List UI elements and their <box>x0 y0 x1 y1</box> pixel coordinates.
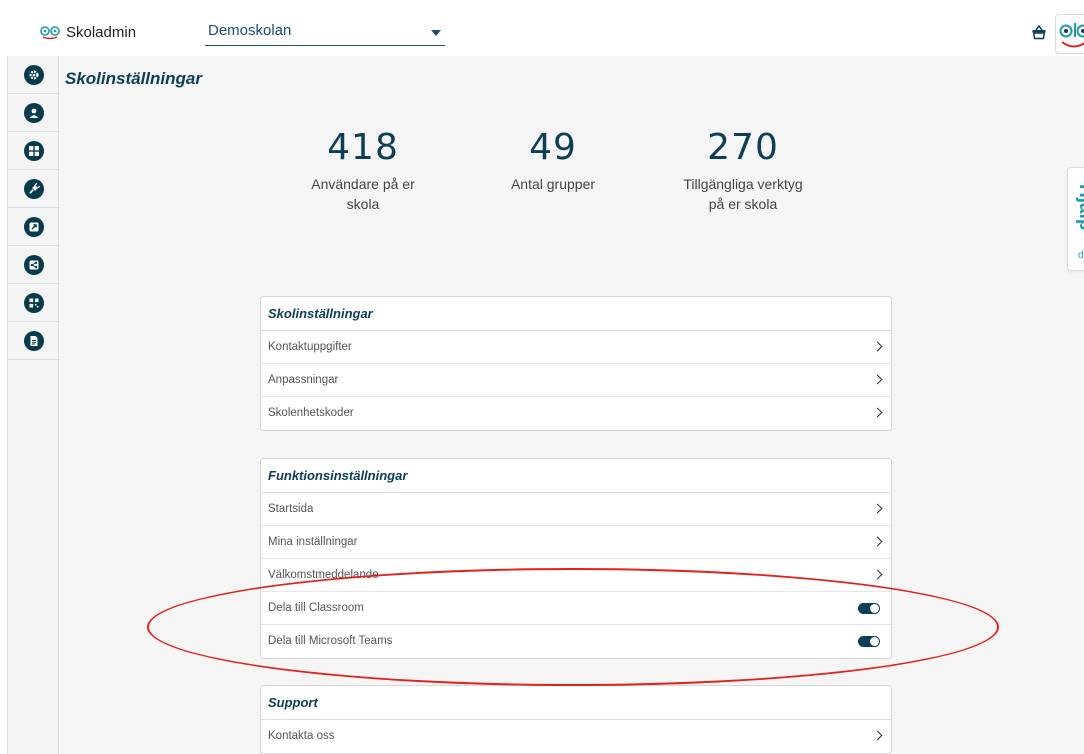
chevron-down-icon <box>431 30 441 36</box>
stat-value: 418 <box>327 127 399 168</box>
settings-row-welcome-message[interactable]: Välkomstmeddelande <box>261 559 891 592</box>
gear-icon <box>24 64 44 85</box>
settings-row-customizations[interactable]: Anpassningar <box>261 364 891 397</box>
chevron-right-icon <box>872 569 883 580</box>
mascot-button[interactable] <box>1055 14 1084 54</box>
settings-row-contact-us[interactable]: Kontakta oss <box>261 720 891 753</box>
stat-label-line: skola <box>346 196 380 212</box>
stat-label-line: Antal grupper <box>510 176 596 192</box>
card-title: Skolinställningar <box>261 297 891 331</box>
qr-code-icon <box>24 292 44 313</box>
sidebar-item-settings[interactable] <box>8 56 60 94</box>
stat-users: 418 Användare på er skola <box>268 126 458 214</box>
row-label: Dela till Classroom <box>268 602 364 614</box>
sidebar-item-links[interactable] <box>8 208 60 246</box>
settings-row-startpage[interactable]: Startsida <box>261 493 891 526</box>
chevron-right-icon <box>872 503 883 514</box>
sidebar <box>7 56 60 754</box>
help-tab-sublabel: dö <box>1078 250 1084 261</box>
support-card: Support Kontakta oss <box>260 685 892 754</box>
user-icon <box>24 102 44 123</box>
basket-icon[interactable] <box>1031 24 1047 40</box>
school-settings-card: Skolinställningar Kontaktuppgifter Anpas… <box>260 296 892 431</box>
row-label: Anpassningar <box>268 374 339 386</box>
top-bar: Skoladmin Demoskolan <box>0 0 1084 56</box>
external-link-icon <box>24 216 44 237</box>
stat-value: 49 <box>529 127 577 168</box>
app-title: Skoladmin <box>66 23 137 41</box>
school-select-value: Demoskolan <box>208 22 292 39</box>
settings-row-share-teams: Dela till Microsoft Teams <box>261 625 891 658</box>
page-title: Skolinställningar <box>65 69 202 88</box>
stat-label-line: Tillgängliga verktyg <box>683 176 803 192</box>
stat-label: Användare på er skola <box>268 174 458 214</box>
sidebar-item-integrations[interactable] <box>8 170 60 208</box>
row-label: Kontaktuppgifter <box>268 341 352 353</box>
school-select[interactable]: Demoskolan <box>205 20 445 46</box>
stat-value: 270 <box>707 127 779 168</box>
row-label: Dela till Microsoft Teams <box>268 635 393 647</box>
document-icon <box>24 330 44 351</box>
stat-label: Antal grupper <box>458 174 648 194</box>
chevron-right-icon <box>872 730 883 741</box>
chevron-right-icon <box>872 536 883 547</box>
help-tab[interactable]: Hjälp dö <box>1067 167 1084 271</box>
chevron-right-icon <box>872 407 883 418</box>
card-title: Funktionsinställningar <box>261 459 891 493</box>
row-label: Startsida <box>268 503 314 515</box>
main-content: Skolinställningar 418 Användare på er sk… <box>60 56 1084 754</box>
stat-label: Tillgängliga verktyg på er skola <box>648 174 838 214</box>
teams-toggle[interactable] <box>858 636 880 647</box>
skoladmin-logo-icon <box>40 25 60 40</box>
brand[interactable]: Skoladmin <box>40 22 136 42</box>
row-label: Skolenhetskoder <box>268 407 354 419</box>
sidebar-item-users[interactable] <box>8 94 60 132</box>
stat-tools: 270 Tillgängliga verktyg på er skola <box>648 126 838 214</box>
help-tab-label: Hjälp <box>1075 184 1084 231</box>
row-label: Kontakta oss <box>268 730 335 742</box>
card-title: Support <box>261 686 891 720</box>
settings-row-contact[interactable]: Kontaktuppgifter <box>261 331 891 364</box>
sidebar-item-sharing[interactable] <box>8 246 60 284</box>
function-settings-card: Funktionsinställningar Startsida Mina in… <box>260 458 892 659</box>
grid-icon <box>24 140 44 161</box>
stat-label-line: på er skola <box>708 196 778 212</box>
chevron-right-icon <box>872 341 883 352</box>
sidebar-item-qr[interactable] <box>8 284 60 322</box>
stat-label-line: Användare på er <box>311 176 415 192</box>
row-label: Mina inställningar <box>268 536 358 548</box>
share-icon <box>24 254 44 275</box>
sidebar-item-documents[interactable] <box>8 322 60 360</box>
row-label: Välkomstmeddelande <box>268 569 379 581</box>
sidebar-item-groups[interactable] <box>8 132 60 170</box>
classroom-toggle[interactable] <box>858 603 880 614</box>
settings-row-share-classroom: Dela till Classroom <box>261 592 891 625</box>
settings-row-unit-codes[interactable]: Skolenhetskoder <box>261 397 891 430</box>
plug-icon <box>24 178 44 199</box>
stat-groups: 49 Antal grupper <box>458 126 648 194</box>
chevron-right-icon <box>872 374 883 385</box>
mascot-icon <box>1059 23 1084 48</box>
settings-row-my-settings[interactable]: Mina inställningar <box>261 526 891 559</box>
